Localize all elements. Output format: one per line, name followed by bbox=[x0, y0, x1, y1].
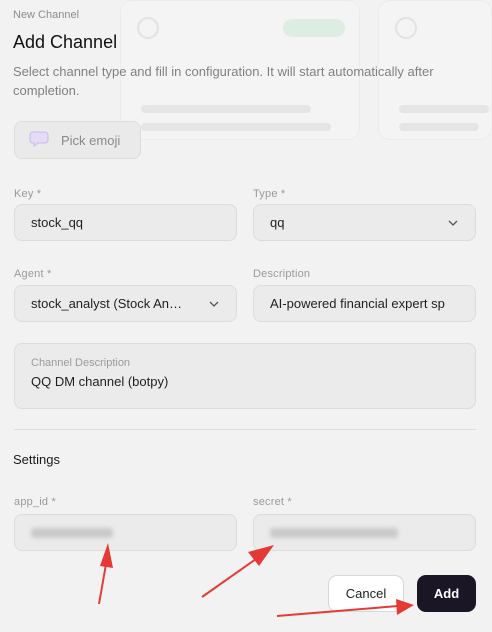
dialog-subtitle: Select channel type and fill in configur… bbox=[13, 64, 434, 98]
agent-select[interactable]: stock_analyst (Stock An… bbox=[14, 285, 237, 322]
chevron-down-icon bbox=[447, 217, 459, 229]
agent-label: Agent * bbox=[14, 268, 52, 280]
add-channel-dialog: New Channel Add Channel Select channel t… bbox=[0, 0, 492, 632]
app-id-input[interactable] bbox=[14, 514, 237, 551]
pick-emoji-label: Pick emoji bbox=[61, 132, 121, 148]
key-value: stock_qq bbox=[31, 215, 84, 230]
chevron-down-icon bbox=[208, 298, 220, 310]
pick-emoji-button[interactable]: Pick emoji bbox=[14, 121, 141, 159]
type-select[interactable]: qq bbox=[253, 204, 476, 241]
redacted-value bbox=[270, 527, 398, 538]
agent-value: stock_analyst (Stock An… bbox=[31, 296, 183, 311]
dialog-eyebrow: New Channel bbox=[13, 9, 80, 21]
description-value: AI-powered financial expert sp bbox=[270, 296, 445, 311]
page: New Channel Add Channel Select channel t… bbox=[0, 0, 492, 632]
speech-bubble-icon bbox=[29, 131, 49, 150]
key-label: Key * bbox=[14, 188, 42, 200]
type-value: qq bbox=[270, 215, 285, 230]
channel-description-textarea[interactable]: Channel Description QQ DM channel (botpy… bbox=[14, 343, 476, 409]
secret-label: secret * bbox=[253, 496, 292, 508]
section-divider bbox=[14, 429, 476, 430]
key-input[interactable]: stock_qq bbox=[14, 204, 237, 241]
description-label: Description bbox=[253, 268, 311, 280]
channel-description-label: Channel Description bbox=[31, 357, 131, 369]
channel-description-value: QQ DM channel (botpy) bbox=[31, 374, 169, 389]
dialog-title: Add Channel bbox=[13, 32, 118, 52]
add-button[interactable]: Add bbox=[417, 575, 476, 612]
settings-heading: Settings bbox=[13, 452, 60, 467]
description-input[interactable]: AI-powered financial expert sp bbox=[253, 285, 476, 322]
app-id-label: app_id * bbox=[14, 496, 56, 508]
redacted-value bbox=[31, 527, 113, 538]
cancel-button[interactable]: Cancel bbox=[328, 575, 404, 612]
type-label: Type * bbox=[253, 188, 286, 200]
secret-input[interactable] bbox=[253, 514, 476, 551]
